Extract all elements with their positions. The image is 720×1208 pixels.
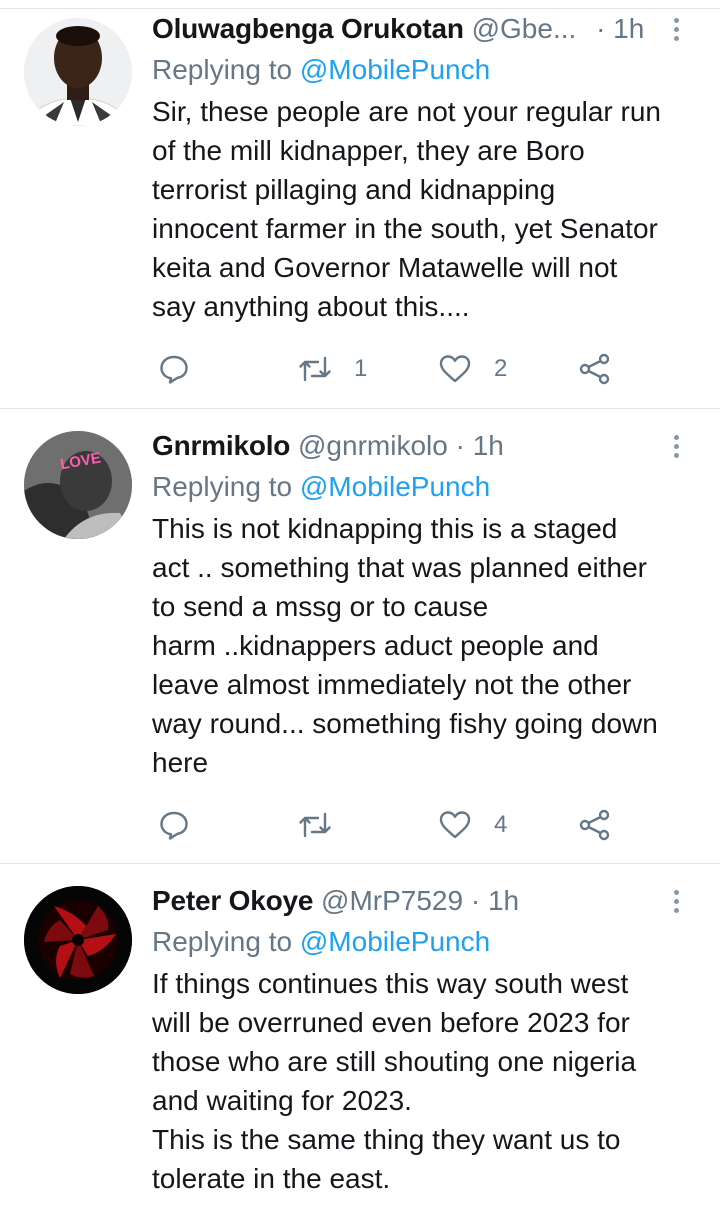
retweet-icon	[299, 356, 331, 382]
display-name[interactable]: Gnrmikolo	[152, 430, 290, 461]
replying-to: Replying to @MobilePunch	[152, 923, 704, 961]
tweet-actions: 4	[152, 805, 672, 845]
tweet-header: Peter Okoye @MrP7529 · 1h	[152, 881, 704, 921]
more-options-icon[interactable]	[664, 9, 688, 49]
reply-icon	[160, 355, 188, 384]
replying-to: Replying to @MobilePunch	[152, 468, 704, 506]
mention-link[interactable]: @MobilePunch	[300, 54, 490, 85]
retweet-icon	[299, 812, 331, 838]
separator-dot: ·	[470, 885, 481, 916]
timestamp[interactable]: 1h	[488, 885, 519, 916]
like-count: 2	[494, 355, 508, 382]
replying-to-label: Replying to	[152, 471, 293, 502]
retweet-button[interactable]	[298, 805, 332, 845]
tweet-text: This is not kidnapping this is a staged …	[152, 513, 658, 778]
avatar[interactable]	[24, 18, 132, 126]
tweet-reply[interactable]: LOVE Gnrmikolo @gnrmikolo · 1h Replying …	[0, 409, 720, 864]
like-count: 4	[494, 811, 508, 838]
user-handle[interactable]: @Gbe...	[472, 13, 577, 44]
share-button[interactable]	[578, 805, 612, 845]
tweet-header: Oluwagbenga Orukotan @Gbe... · 1h	[152, 9, 704, 49]
tweet-reply[interactable]: Oluwagbenga Orukotan @Gbe... · 1h Replyi…	[0, 9, 720, 409]
tweet-actions: 1 2	[152, 349, 672, 389]
timestamp[interactable]: 1h	[613, 13, 644, 44]
tweet-text: If things continues this way south west …	[152, 968, 637, 1194]
like-button[interactable]: 4	[438, 805, 507, 845]
mention-link[interactable]: @MobilePunch	[300, 471, 490, 502]
display-name[interactable]: Peter Okoye	[152, 885, 313, 916]
avatar[interactable]	[24, 886, 132, 994]
retweet-button[interactable]: 1	[298, 349, 367, 389]
retweet-count: 1	[354, 355, 368, 382]
display-name[interactable]: Oluwagbenga Orukotan	[152, 13, 464, 44]
replying-to: Replying to @MobilePunch	[152, 51, 704, 89]
like-button[interactable]: 2	[438, 349, 507, 389]
more-options-icon[interactable]	[664, 881, 688, 921]
user-handle[interactable]: @gnrmikolo	[298, 430, 448, 461]
avatar[interactable]: LOVE	[24, 431, 132, 539]
mention-link[interactable]: @MobilePunch	[300, 926, 490, 957]
replying-to-label: Replying to	[152, 54, 293, 85]
share-button[interactable]	[578, 349, 612, 389]
reply-button[interactable]	[158, 349, 190, 389]
heart-icon	[439, 355, 471, 383]
reply-icon	[160, 811, 188, 840]
heart-icon	[439, 811, 471, 839]
reply-button[interactable]	[158, 805, 190, 845]
replying-to-label: Replying to	[152, 926, 293, 957]
tweet-reply[interactable]: Peter Okoye @MrP7529 · 1h Replying to @M…	[0, 864, 720, 1208]
separator-dot: ·	[596, 13, 606, 44]
timestamp[interactable]: 1h	[473, 430, 504, 461]
separator-dot: ·	[455, 430, 465, 461]
tweet-text: Sir, these people are not your regular r…	[152, 96, 661, 322]
share-icon	[579, 809, 610, 841]
user-handle[interactable]: @MrP7529	[321, 885, 463, 916]
tweet-header: Gnrmikolo @gnrmikolo · 1h	[152, 426, 704, 466]
share-icon	[579, 353, 610, 385]
more-options-icon[interactable]	[664, 426, 688, 466]
